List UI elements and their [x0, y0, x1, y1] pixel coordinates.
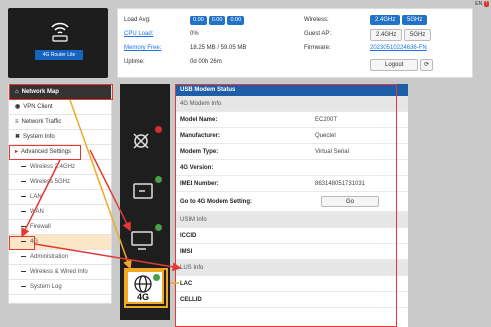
sidebar-item-wan[interactable]: WAN	[9, 205, 111, 220]
vpn-icon: ◉	[15, 104, 21, 110]
language-label: EN	[475, 1, 483, 7]
logout-button[interactable]: Logout	[370, 59, 419, 71]
sidebar-item-label: Firewall	[30, 224, 51, 230]
sidebar-item-label: Wireless & Wired Info	[30, 269, 88, 275]
sidebar-item-label: LAN	[30, 194, 42, 200]
dash-icon	[21, 225, 26, 227]
wireless-label: Wireless:	[304, 17, 329, 23]
satellite-icon[interactable]	[126, 124, 164, 158]
sidebar-item-vpn-client[interactable]: ◉ VPN Client	[9, 100, 111, 115]
guest-24-button[interactable]: 2.4GHz	[370, 29, 403, 41]
router-logo-panel: 4G Router Lite	[8, 8, 108, 78]
load-avg-3: 0.00	[227, 16, 245, 25]
sidebar: ⌂ Network Map ◉ VPN Client ≡ Network Traffi…	[8, 84, 112, 304]
sidebar-item-network-traffic[interactable]: ≡ Network Traffic	[9, 115, 111, 130]
memory-free-link[interactable]: Memory Free:	[124, 43, 161, 53]
ok-icon	[155, 224, 162, 231]
load-avg-label: Load Avg:	[124, 17, 151, 23]
sidebar-item-label: Network Traffic	[21, 119, 62, 125]
sidebar-item-label: Wireless 5GHz	[30, 179, 71, 185]
dash-icon	[21, 180, 26, 182]
sidebar-item-label: System Info	[23, 134, 55, 140]
language-selector[interactable]: EN !	[475, 1, 489, 7]
highlight-network-map	[9, 84, 113, 100]
devices-icon[interactable]	[126, 222, 164, 256]
sidebar-item-label: System Log	[30, 284, 62, 290]
highlight-modem-panel	[175, 84, 397, 327]
uptime-label: Uptime:	[124, 59, 145, 65]
sidebar-item-system-info[interactable]: ✖ System Info	[9, 130, 111, 145]
dash-icon	[21, 195, 26, 197]
sidebar-item-label: Administration	[30, 254, 69, 260]
sidebar-item-administration[interactable]: Administration	[9, 250, 111, 265]
dash-icon	[21, 210, 26, 212]
sidebar-item-label: WAN	[30, 209, 44, 215]
cpu-load-link[interactable]: CPU Load:	[124, 29, 153, 39]
highlight-4g	[9, 236, 35, 250]
sidebar-item-firewall[interactable]: Firewall	[9, 220, 111, 235]
highlight-advanced-settings	[9, 145, 81, 160]
wifi-router-icon	[51, 22, 69, 42]
cpu-load-value: 0%	[190, 31, 199, 37]
sidebar-item-label: VPN Client	[23, 104, 53, 110]
traffic-icon: ≡	[15, 119, 19, 125]
sidebar-item-label: Wireless 2.4GHz	[30, 164, 76, 170]
sidebar-item-wireless-24[interactable]: Wireless 2.4GHz	[9, 160, 111, 175]
error-icon	[155, 126, 162, 133]
clients-icon[interactable]	[126, 174, 164, 208]
dash-icon	[21, 285, 26, 287]
wireless-24-button[interactable]: 2.4GHz	[370, 15, 401, 25]
highlight-4g-icon	[124, 268, 168, 308]
sidebar-item-wireless-5[interactable]: Wireless 5GHz	[9, 175, 111, 190]
guest-5-button[interactable]: 5GHz	[404, 29, 432, 41]
firmware-value[interactable]: 20230510224636-FN	[370, 43, 427, 53]
sidebar-item-wireless-wired-info[interactable]: Wireless & Wired Info	[9, 265, 111, 280]
firmware-label: Firmware:	[304, 45, 331, 51]
guest-ap-label: Guest AP:	[304, 31, 332, 37]
memory-free-value: 18.25 MB / 59.05 MB	[190, 45, 247, 51]
sidebar-item-lan[interactable]: LAN	[9, 190, 111, 205]
dash-icon	[21, 165, 26, 167]
sidebar-item-system-log[interactable]: System Log	[9, 280, 111, 295]
load-avg-1: 0.00	[190, 16, 207, 25]
refresh-icon[interactable]: ⟳	[420, 59, 434, 71]
wireless-5-button[interactable]: 5GHz	[402, 15, 428, 25]
notification-badge: !	[483, 1, 489, 7]
router-model-label: 4G Router Lite	[35, 50, 83, 60]
ok-icon	[155, 176, 162, 183]
status-header: Load Avg: 0.00 0.00 0.00 CPU Load: 0% Memo…	[117, 8, 473, 78]
uptime-value: 0d 00h 26m	[190, 59, 222, 65]
dash-icon	[21, 255, 26, 257]
load-avg-2: 0.00	[208, 16, 226, 25]
tools-icon: ✖	[15, 134, 21, 140]
dash-icon	[21, 270, 26, 272]
